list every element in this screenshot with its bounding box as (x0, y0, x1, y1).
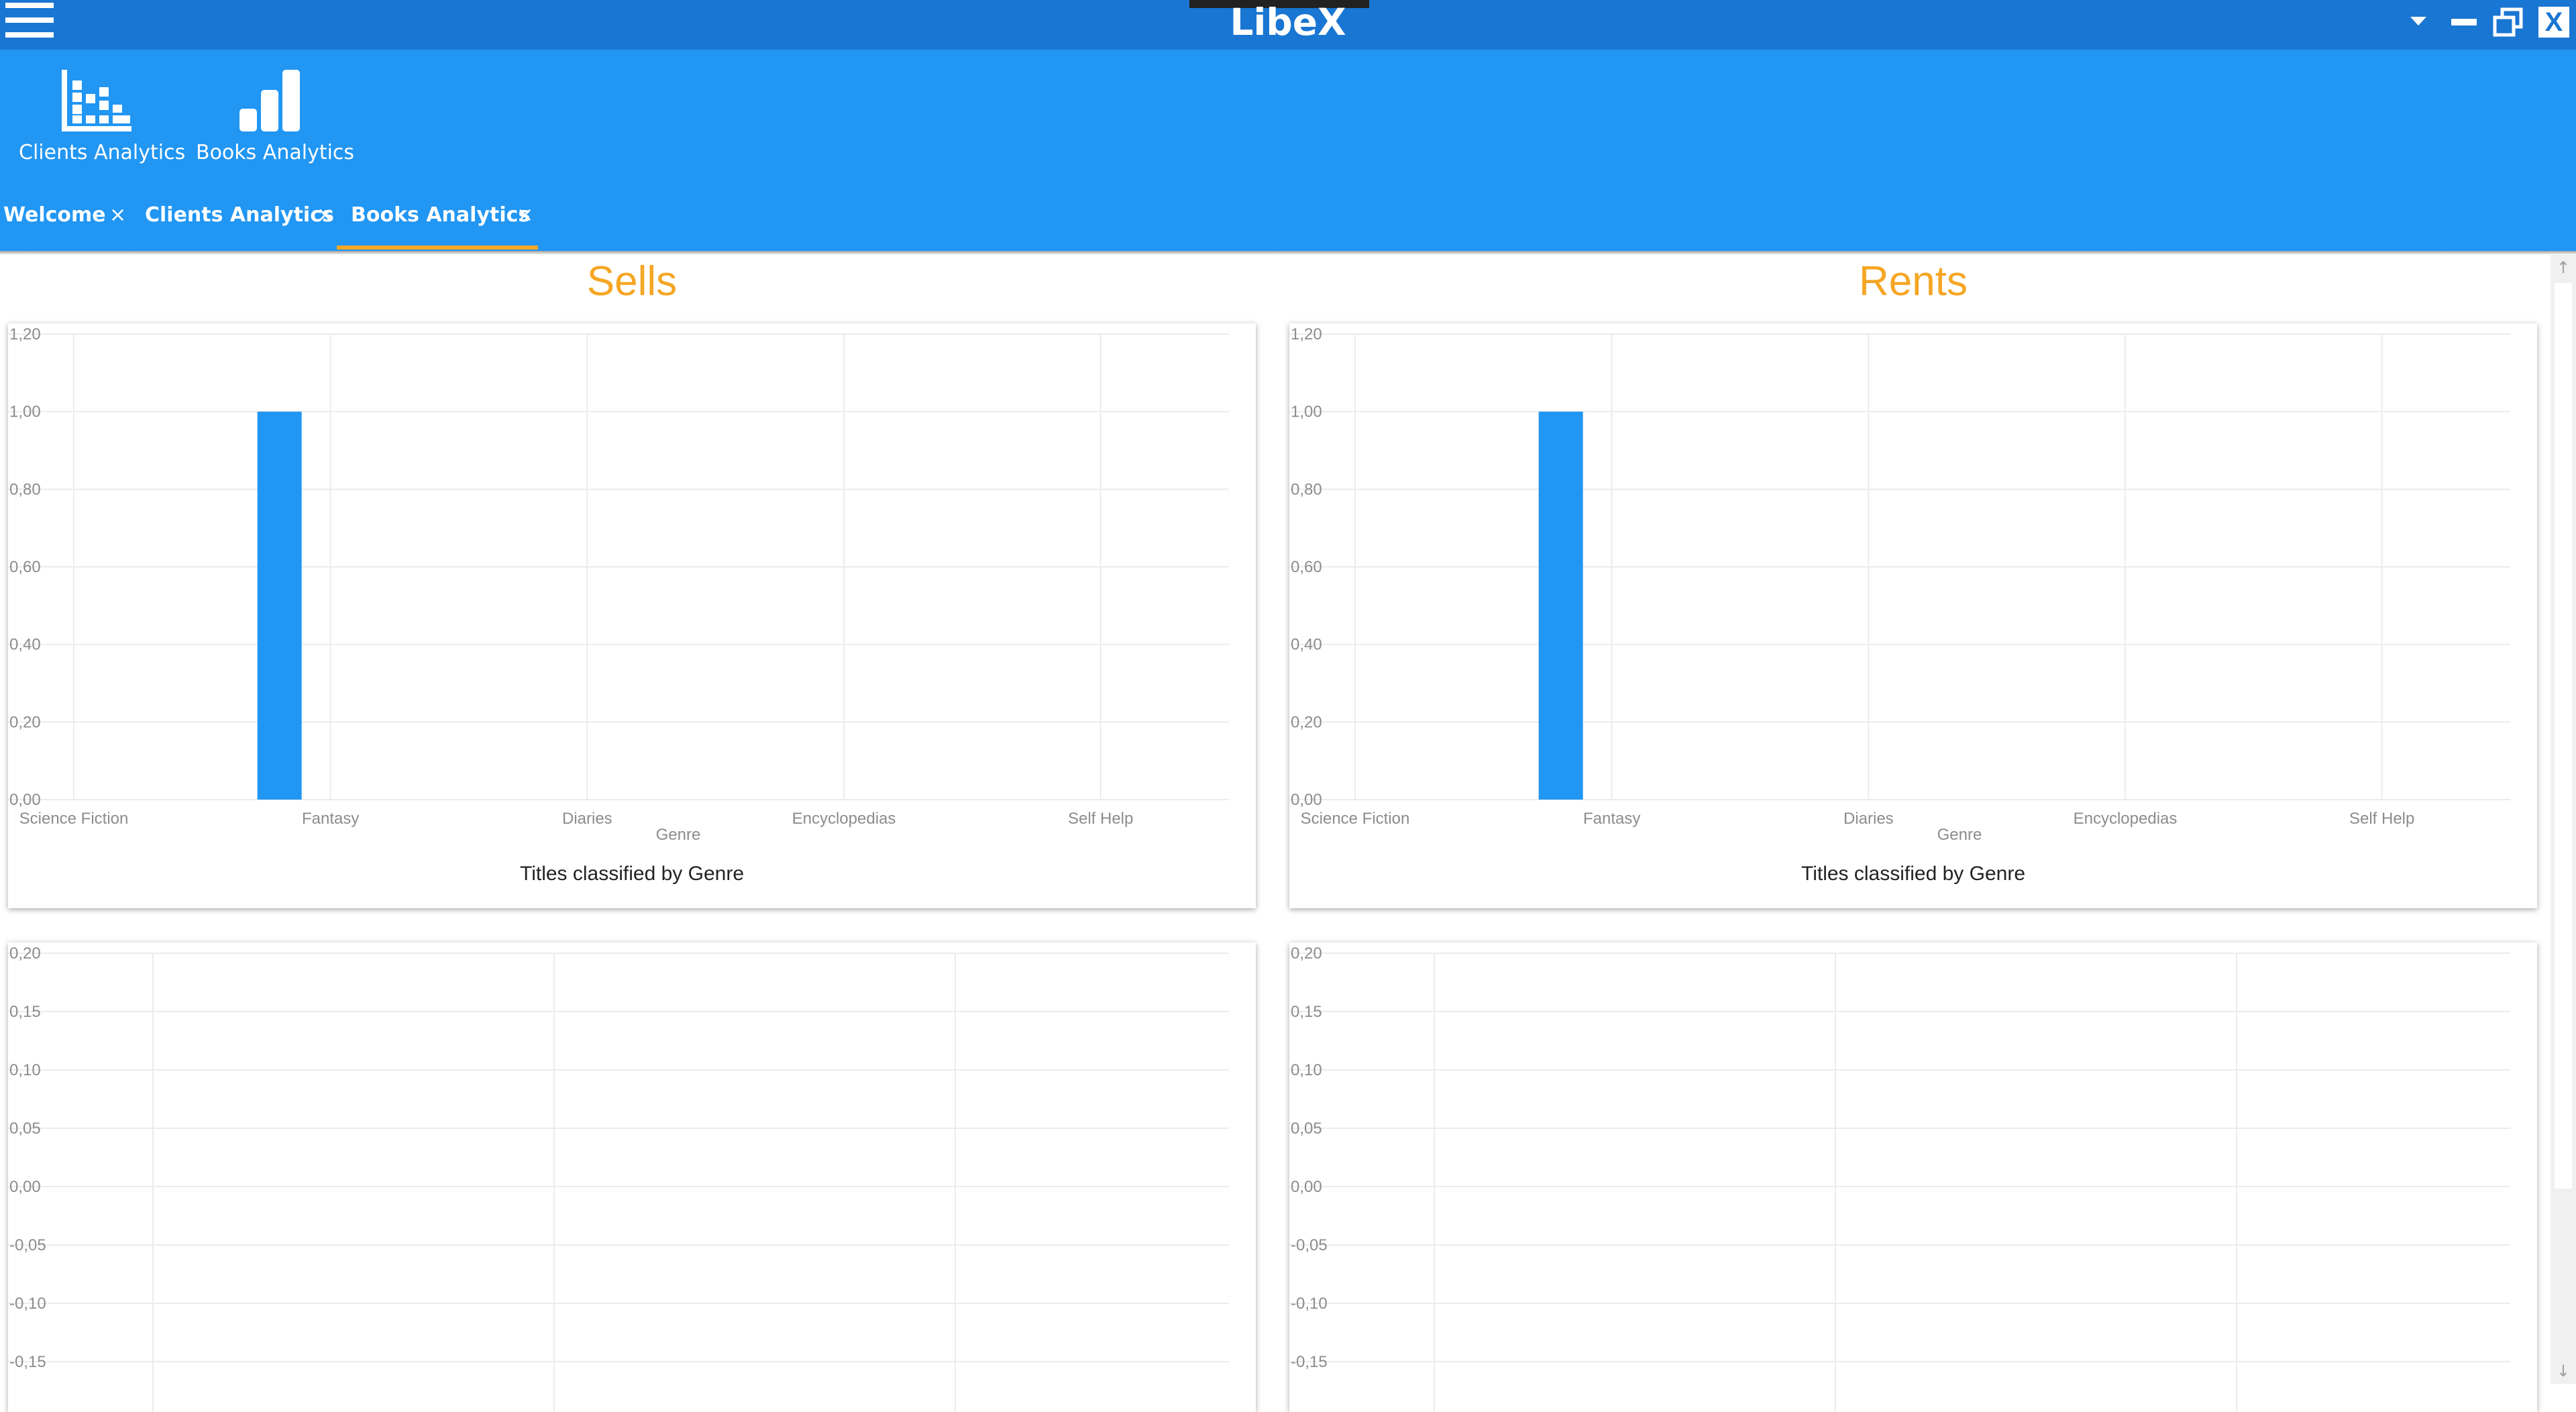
sells-chart-y-tick-label: 0,00 (9, 791, 41, 809)
sells-chart-y-tick-label: 0,40 (9, 636, 41, 654)
tab-books-analytics[interactable]: Books Analytics (351, 196, 530, 235)
rents-chart-y-tick-label: 0,20 (1291, 713, 1322, 731)
tab-clients-analytics-close-icon[interactable]: × (317, 196, 333, 235)
rents-chart-card: 0,00 0,20 0,40 0,60 0,80 1,00 1,20 Science Fict… (1289, 323, 2537, 908)
clients-analytics-button[interactable]: Clients Analytics (19, 67, 186, 166)
sells-chart-x-tick-label: Fantasy (302, 810, 359, 828)
rents-secondary-chart-y-tick-label: 0,00 (1291, 1178, 1322, 1196)
bar-chart-icon (62, 70, 131, 131)
app-title: LibeX (1230, 1, 1346, 44)
rents-chart-y-tick-label: 0,40 (1291, 636, 1322, 654)
rents-chart-x-tick-label: Diaries (1843, 810, 1894, 828)
scroll-down-icon[interactable]: ↓ (2551, 1358, 2576, 1384)
rents-title: Rents (1859, 258, 1968, 305)
sells-chart-bar (257, 411, 302, 800)
rents-secondary-chart-y-tick-label: 0,10 (1291, 1061, 1322, 1079)
rents-chart-y-tick-label: 0,60 (1291, 558, 1322, 576)
rents-chart-bar (1538, 411, 1583, 800)
sells-secondary-chart-y-tick-label: 0,00 (9, 1178, 41, 1196)
sells-chart-y-tick-label: 0,60 (9, 558, 41, 576)
rents-chart-x-tick-label: Science Fiction (1301, 810, 1410, 828)
sells-secondary-chart-card: 0,20 0,15 0,10 0,05 0,00 -0,05 -0,10 -0,15 (8, 942, 1256, 1412)
rents-chart-y-tick-label: 0,00 (1291, 791, 1322, 809)
sells-secondary-chart-y-tick-label: 0,10 (9, 1061, 41, 1079)
sells-secondary-chart-y-tick-label: -0,05 (9, 1236, 46, 1254)
tab-welcome-close-icon[interactable]: × (109, 196, 126, 235)
rents-chart-caption: Titles classified by Genre (1801, 863, 2025, 885)
rents-secondary-chart-y-tick-label: -0,15 (1291, 1353, 1328, 1371)
sells-chart-y-tick-label: 1,00 (9, 403, 41, 421)
vertical-scrollbar[interactable]: ↑ ↓ (2551, 255, 2576, 1384)
close-icon: X (2544, 7, 2563, 37)
clients-analytics-label: Clients Analytics (19, 141, 186, 164)
rents-secondary-chart-y-tick-label: 0,15 (1291, 1003, 1322, 1021)
tab-welcome[interactable]: Welcome (3, 196, 106, 235)
books-analytics-button[interactable]: Books Analytics (196, 67, 355, 166)
sells-chart-caption: Titles classified by Genre (520, 863, 744, 885)
sells-secondary-chart-y-tick-label: 0,20 (9, 944, 41, 963)
sells-chart-card: 0,00 0,20 0,40 0,60 0,80 1,00 1,20 Science Fict… (8, 323, 1256, 908)
active-tab-indicator (337, 246, 538, 250)
sells-chart-y-tick-label: 1,20 (9, 325, 41, 343)
rents-chart-x-tick-label: Encyclopedias (2074, 810, 2178, 828)
rents-secondary-chart-card: 0,20 0,15 0,10 0,05 0,00 -0,05 -0,10 -0,15 (1289, 942, 2537, 1412)
sells-secondary-chart: 0,20 0,15 0,10 0,05 0,00 -0,05 -0,10 -0,15 (8, 944, 1229, 1412)
title-bar: LibeX X (0, 0, 2576, 50)
sells-secondary-chart-y-tick-label: 0,05 (9, 1120, 41, 1138)
tab-books-analytics-close-icon[interactable]: × (517, 196, 533, 235)
rents-chart-y-tick-label: 1,20 (1291, 325, 1322, 343)
sells-chart-y-tick-label: 0,20 (9, 713, 41, 731)
hamburger-menu-icon[interactable] (5, 3, 54, 40)
sells-secondary-chart-y-tick-label: -0,15 (9, 1353, 46, 1371)
sells-chart-x-axis-label: Genre (656, 826, 701, 844)
rents-chart-y-tick-label: 0,80 (1291, 480, 1322, 498)
sells-chart-y-tick-label: 0,80 (9, 480, 41, 498)
sells-chart-x-tick-label: Encyclopedias (792, 810, 896, 828)
rents-chart-x-tick-label: Fantasy (1583, 810, 1640, 828)
rents-secondary-chart-y-tick-label: 0,20 (1291, 944, 1322, 963)
rents-secondary-chart-y-tick-label: -0,05 (1291, 1236, 1328, 1254)
rents-chart-y-tick-label: 1,00 (1291, 403, 1322, 421)
ribbon: Clients Analytics Books Analytics Welcom… (0, 50, 2576, 251)
rents-secondary-chart-y-tick-label: 0,05 (1291, 1120, 1322, 1138)
rents-chart-x-tick-label: Self Help (2349, 810, 2414, 828)
sells-title: Sells (586, 258, 678, 305)
books-analytics-label: Books Analytics (196, 141, 355, 164)
rents-secondary-chart: 0,20 0,15 0,10 0,05 0,00 -0,05 -0,10 -0,15 (1289, 944, 2510, 1412)
sells-secondary-chart-y-tick-label: 0,15 (9, 1003, 41, 1021)
bar-chart-ascending-icon (239, 70, 300, 131)
sells-chart: 0,00 0,20 0,40 0,60 0,80 1,00 1,20 Science Fict… (8, 325, 1229, 885)
rents-secondary-chart-y-tick-label: -0,10 (1291, 1295, 1328, 1313)
sells-chart-x-tick-label: Diaries (562, 810, 612, 828)
sells-chart-x-tick-label: Science Fiction (19, 810, 129, 828)
scroll-up-icon[interactable]: ↑ (2551, 255, 2576, 280)
chevron-down-icon[interactable] (2402, 5, 2435, 39)
tab-clients-analytics[interactable]: Clients Analytics (145, 196, 334, 235)
sells-chart-x-tick-label: Self Help (1068, 810, 1133, 828)
scrollbar-thumb[interactable] (2555, 283, 2572, 1189)
restore-icon[interactable] (2491, 5, 2525, 39)
rents-chart: 0,00 0,20 0,40 0,60 0,80 1,00 1,20 Science Fict… (1289, 325, 2510, 885)
minimize-icon[interactable] (2447, 5, 2481, 39)
close-button[interactable]: X (2537, 5, 2571, 39)
rents-chart-x-axis-label: Genre (1937, 826, 1982, 844)
sells-secondary-chart-y-tick-label: -0,10 (9, 1295, 46, 1313)
